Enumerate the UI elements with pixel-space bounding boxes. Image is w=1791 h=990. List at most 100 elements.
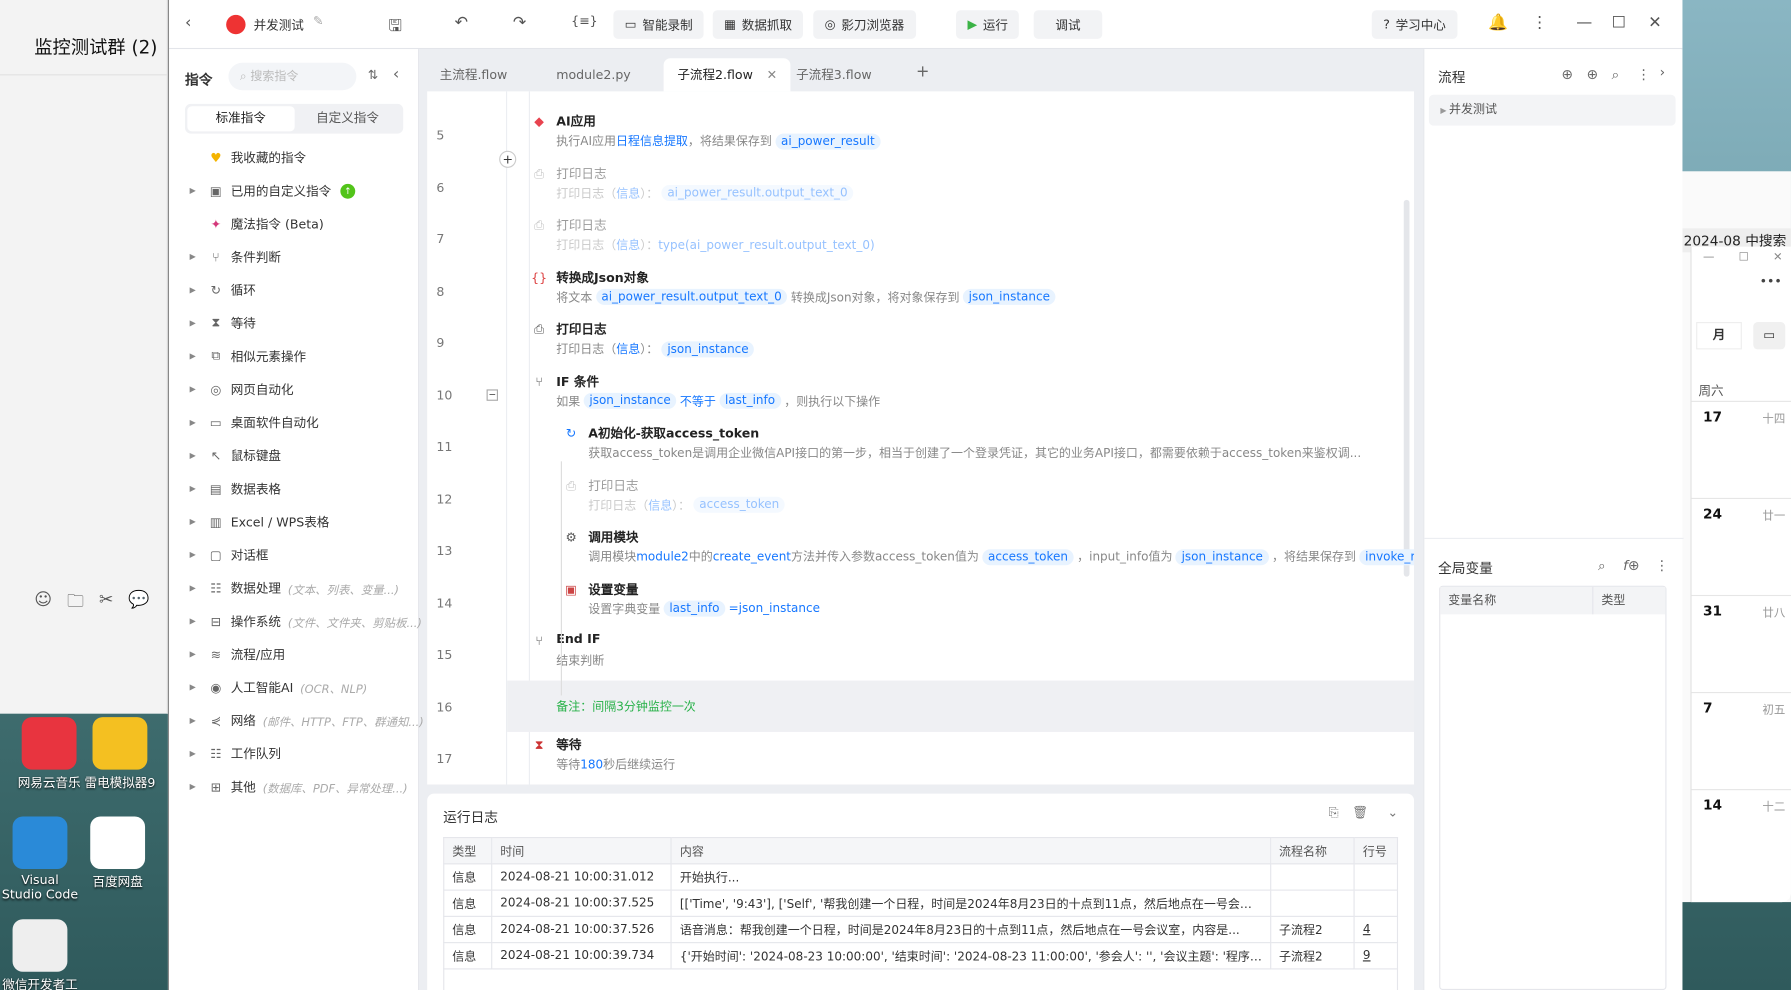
add-flow-icon[interactable]: ⊕ bbox=[1561, 66, 1572, 82]
desktop-icon[interactable]: 微信开发者工具 bbox=[0, 919, 80, 990]
flow-step[interactable]: ◆ AI应用 执行AI应用 日程信息提取 ，将结果保存到 ai_power_result bbox=[507, 108, 1414, 160]
variable-chip[interactable]: access_token bbox=[693, 496, 785, 513]
variable-chip[interactable]: last_info bbox=[663, 600, 726, 617]
tab-custom-commands[interactable]: 自定义指令 bbox=[294, 106, 401, 131]
back-icon[interactable]: ‹ bbox=[185, 14, 191, 32]
link-text[interactable]: create_event bbox=[713, 550, 791, 564]
calendar-day[interactable]: 7 初五 bbox=[1691, 691, 1791, 789]
command-category[interactable]: ▶ ☷ 工作队列 bbox=[190, 742, 281, 765]
scissors-icon[interactable]: ✂ bbox=[99, 589, 113, 618]
more-icon[interactable]: ⋮ bbox=[1637, 66, 1651, 82]
undo-icon[interactable]: ↶ bbox=[455, 14, 468, 32]
collapse-icon[interactable]: ‹ bbox=[393, 65, 399, 83]
command-category[interactable]: ▶ ▤ 数据表格 bbox=[190, 477, 281, 500]
flow-step[interactable]: ⎙ 打印日志 打印日志（ 信息）： type(ai_power_result.outpu… bbox=[507, 212, 1414, 264]
browser-button[interactable]: ◎ 影刀浏览器 bbox=[813, 10, 916, 39]
close-tab-icon[interactable]: ✕ bbox=[767, 67, 778, 82]
learn-center-button[interactable]: ? 学习中心 bbox=[1371, 10, 1458, 39]
command-category[interactable]: ▶ ↻ 循环 bbox=[190, 279, 256, 302]
variable-chip[interactable]: ai_power_result.output_text_0 bbox=[661, 184, 854, 201]
link-text[interactable]: 信息 bbox=[648, 496, 672, 513]
variable-chip[interactable]: access_token bbox=[982, 548, 1074, 565]
tab-file[interactable]: 子流程3.flow bbox=[782, 58, 885, 91]
command-search[interactable]: ⌕ 搜索指令 bbox=[228, 62, 357, 91]
log-row[interactable]: 信息 2024-08-21 10:00:37.525 [['Time', '9:43… bbox=[443, 889, 1399, 917]
variable-chip[interactable]: json_instance bbox=[661, 340, 755, 357]
export-icon[interactable]: ⎘ bbox=[1329, 805, 1339, 821]
command-category[interactable]: ♥ 我收藏的指令 bbox=[190, 146, 306, 169]
link-text[interactable]: 日程信息提取 bbox=[616, 132, 688, 149]
command-category[interactable]: ▶ ▥ Excel / WPS表格 bbox=[190, 510, 330, 533]
desktop-icon[interactable]: 雷电模拟器9 bbox=[80, 717, 160, 791]
command-category[interactable]: ▶ ◎ 网页自动化 bbox=[190, 378, 294, 401]
tab-file[interactable]: 主流程.flow bbox=[426, 58, 521, 91]
flow-step[interactable]: ⎙ 打印日志 打印日志（ 信息）： ai_power_result.output_tex… bbox=[507, 160, 1414, 212]
flow-step[interactable]: ▣ 设置变量 设置字典变量 last_info =json_instance bbox=[507, 576, 1414, 628]
command-category[interactable]: ▶ ⊟ 操作系统 (文件、文件夹、剪贴板...) bbox=[190, 610, 422, 633]
command-category[interactable]: ▶ ⧗ 等待 bbox=[190, 312, 256, 335]
flow-step[interactable]: ⧗ 等待 等待 180 秒后继续运行 bbox=[507, 732, 1414, 784]
link-text[interactable]: 180 bbox=[580, 758, 603, 772]
add-tab-icon[interactable]: + bbox=[916, 63, 929, 81]
command-category[interactable]: ▶ ▢ 对话框 bbox=[190, 544, 269, 567]
trash-icon[interactable]: 🗑 bbox=[1352, 805, 1368, 820]
command-category[interactable]: ▶ ▣ 已用的自定义指令 ↑ bbox=[190, 179, 356, 202]
link-text[interactable]: module2 bbox=[636, 550, 689, 564]
month-view-button[interactable]: 月 bbox=[1696, 322, 1742, 350]
flow-step[interactable]: ⎙ 打印日志 打印日志（ 信息）： access_token bbox=[507, 472, 1414, 524]
variable-chip[interactable]: ai_power_result.output_text_0 bbox=[595, 288, 788, 305]
command-category[interactable]: ▶ ☷ 数据处理 (文本、列表、变量...) bbox=[190, 577, 399, 600]
log-row[interactable]: 信息 2024-08-21 10:00:39.734 {'开始时间': '2024-… bbox=[443, 942, 1399, 970]
search-icon[interactable]: ⌕ bbox=[1612, 66, 1620, 83]
add-module-icon[interactable]: ⊕ bbox=[1587, 66, 1598, 82]
flow-step[interactable]: ⑂ IF 条件 如果 json_instance 不等于 last_info ，则执行以下操… bbox=[507, 368, 1414, 420]
tab-file[interactable]: 子流程2.flow ✕ bbox=[663, 58, 791, 92]
chevron-down-icon[interactable]: ⌄ bbox=[1388, 805, 1399, 820]
variable-chip[interactable]: invoke_res bbox=[1359, 548, 1415, 565]
log-cell[interactable]: 9 bbox=[1353, 942, 1399, 970]
calendar-day[interactable]: 24 廿一 bbox=[1691, 497, 1791, 595]
flow-step[interactable]: ⎙ 打印日志 打印日志（ 信息）： json_instance bbox=[507, 316, 1414, 368]
run-button[interactable]: ▶ 运行 bbox=[956, 10, 1020, 39]
more-icon[interactable]: ⋮ bbox=[1655, 557, 1669, 573]
desktop-icon[interactable]: Visual Studio Code bbox=[0, 816, 80, 902]
variable-chip[interactable]: json_instance bbox=[1175, 548, 1269, 565]
variable-chip[interactable]: last_info bbox=[719, 392, 781, 409]
collapse-toggle-icon[interactable]: − bbox=[486, 388, 498, 401]
code-icon[interactable]: {≡} bbox=[571, 14, 598, 29]
command-category[interactable]: ▶ ⧉ 相似元素操作 bbox=[190, 345, 307, 368]
log-cell[interactable]: 4 bbox=[1353, 915, 1399, 944]
emoji-icon[interactable]: ☺ bbox=[34, 589, 52, 618]
chevron-right-icon[interactable]: › bbox=[1660, 64, 1665, 80]
command-category[interactable]: ▶ ↖ 鼠标键盘 bbox=[190, 444, 281, 467]
minimize-icon[interactable]: — bbox=[1576, 14, 1592, 32]
calendar-layout-icon[interactable]: ▭ bbox=[1753, 322, 1786, 350]
command-category[interactable]: ▶ ⑂ 条件判断 bbox=[190, 246, 281, 269]
tab-standard-commands[interactable]: 标准指令 bbox=[187, 106, 295, 132]
search-icon[interactable]: ⌕ bbox=[1598, 557, 1606, 574]
variable-chip[interactable]: json_instance bbox=[962, 288, 1056, 305]
maximize-icon[interactable]: ☐ bbox=[1612, 14, 1626, 32]
command-category[interactable]: ▶ ⋞ 网络 (邮件、HTTP、FTP、群通知...) bbox=[190, 709, 424, 732]
calendar-day[interactable]: 17 十四 bbox=[1691, 400, 1791, 498]
desktop-icon[interactable]: 网易云音乐 bbox=[9, 717, 89, 791]
command-category[interactable]: ▶ ◉ 人工智能AI (OCR、NLP) bbox=[190, 676, 368, 699]
command-category[interactable]: ▶ ⊞ 其他 (数据库、PDF、异常处理...) bbox=[190, 775, 408, 798]
data-grab-button[interactable]: ▦ 数据抓取 bbox=[712, 10, 804, 39]
link-text[interactable]: 不等于 bbox=[680, 392, 716, 409]
log-row[interactable]: 信息 2024-08-21 10:00:31.012 开始执行... bbox=[443, 863, 1399, 891]
smart-record-button[interactable]: ▭ 智能录制 bbox=[613, 10, 705, 39]
comment-step[interactable]: 备注：间隔3分钟监控一次 bbox=[507, 680, 1415, 732]
add-function-icon[interactable]: f⊕ bbox=[1623, 557, 1639, 573]
close-icon[interactable]: ✕ bbox=[1648, 14, 1661, 32]
save-icon[interactable]: 🖫 bbox=[388, 14, 402, 41]
folder-icon[interactable]: 🗀 bbox=[67, 589, 84, 618]
link-text[interactable]: 信息 bbox=[616, 340, 640, 357]
link-text[interactable]: 信息 bbox=[616, 184, 640, 201]
flow-step[interactable]: {} 转换成Json对象 将文本 ai_power_result.output_tex… bbox=[507, 264, 1414, 316]
calendar-day[interactable]: 14 十二 bbox=[1691, 789, 1791, 886]
debug-button[interactable]: 调试 bbox=[1033, 10, 1103, 39]
calendar-day[interactable]: 31 廿八 bbox=[1691, 594, 1791, 692]
redo-icon[interactable]: ↷ bbox=[513, 14, 526, 32]
command-category[interactable]: ✦ 魔法指令 (Beta) bbox=[190, 212, 324, 235]
